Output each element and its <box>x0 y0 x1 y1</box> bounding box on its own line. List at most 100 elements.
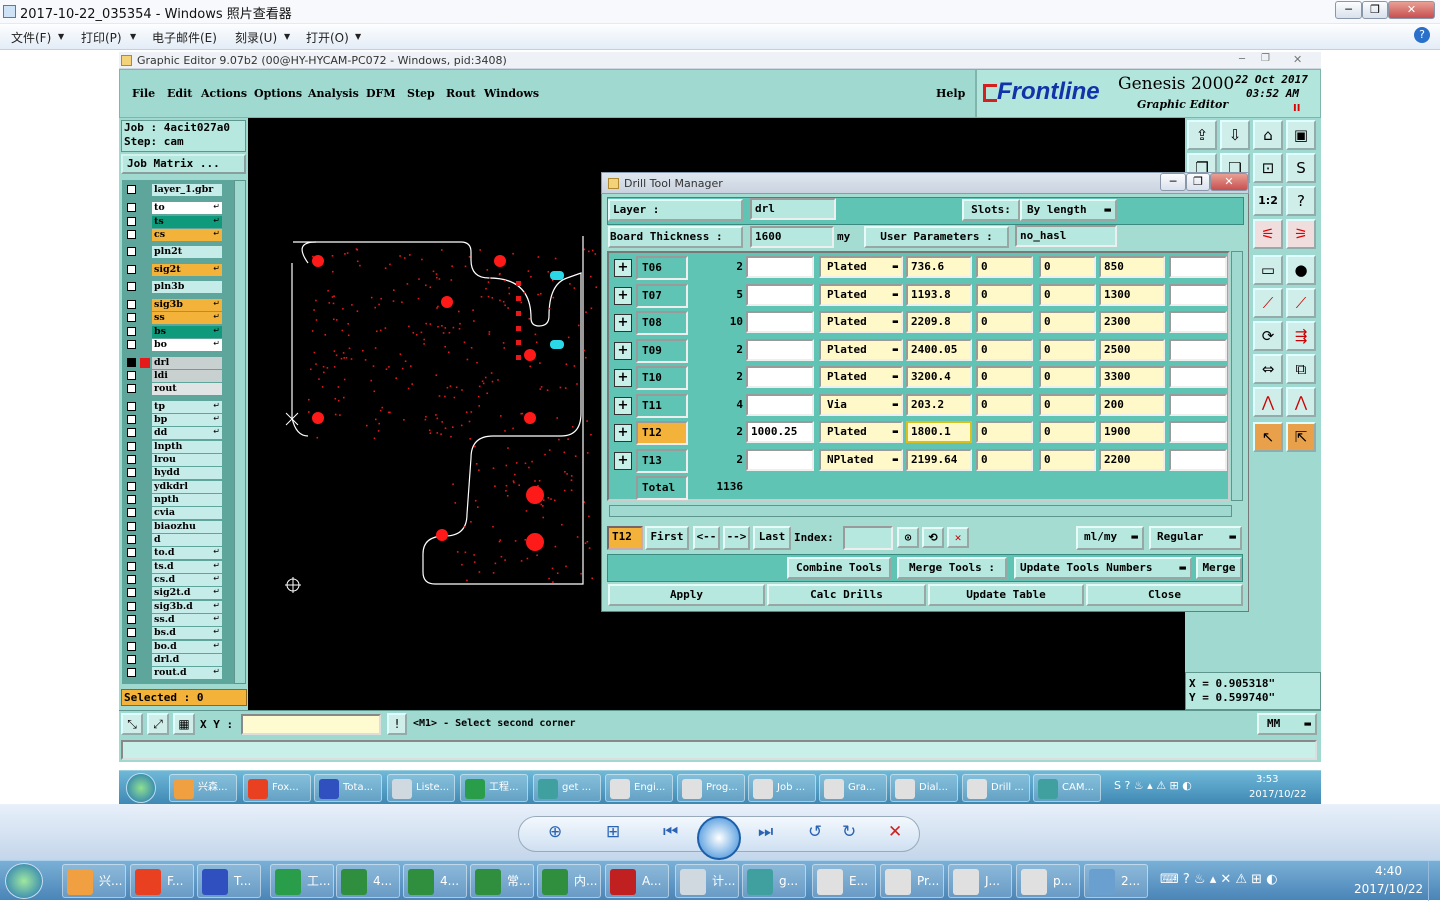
menu-burn[interactable]: 刻录(U) <box>235 29 277 46</box>
tool-type-select[interactable]: Plated ▬ <box>819 311 903 333</box>
tool-cell-size[interactable]: 2209.8 <box>906 311 972 333</box>
first-button[interactable]: First <box>645 526 689 550</box>
taskbar-item[interactable]: 4... <box>336 864 400 898</box>
tool-cell-size[interactable]: 3200.4 <box>906 366 972 388</box>
tool-type-select[interactable]: Via ▬ <box>819 393 903 416</box>
layer-row[interactable]: drl.d <box>124 654 232 666</box>
layer-row[interactable]: cvia <box>124 507 232 519</box>
table-hscroll[interactable] <box>609 505 1232 517</box>
delete-tool-button[interactable]: ✕ <box>947 527 969 548</box>
menu-Step[interactable]: Step <box>407 87 435 100</box>
update-tools-numbers-select[interactable]: Update Tools Numbers ▬ <box>1014 557 1192 579</box>
window-icon[interactable]: ▣ <box>1286 120 1316 150</box>
layer-checkbox[interactable] <box>127 628 136 637</box>
layer-checkbox[interactable] <box>127 642 136 651</box>
menu-email[interactable]: 电子邮件(E) <box>152 29 217 46</box>
layer-checkbox[interactable] <box>127 327 136 336</box>
tool-cell-c9[interactable] <box>1169 283 1227 306</box>
connect-icon[interactable]: ⟋ <box>1253 288 1283 318</box>
layer-input[interactable]: drl <box>750 198 836 220</box>
group-icon[interactable]: ⧉ <box>1286 354 1316 384</box>
layer-checkbox[interactable] <box>127 535 136 544</box>
genesis-minimize-button[interactable]: ─ <box>1239 54 1245 65</box>
layer-row[interactable]: rout <box>124 383 232 395</box>
snap-icon[interactable]: S <box>1286 153 1316 183</box>
tool-cell-c3[interactable] <box>746 366 814 388</box>
rotate-left-icon[interactable]: ↺ <box>808 822 822 842</box>
layer-checkbox[interactable] <box>127 575 136 584</box>
tool-cell-size[interactable]: 1193.8 <box>906 283 972 306</box>
inner-taskbar-item[interactable]: Tota... <box>314 774 382 802</box>
layer-row[interactable]: cs ↵ <box>124 229 232 241</box>
tool-cell-c9[interactable] <box>1169 256 1227 278</box>
layer-row[interactable]: bs ↵ <box>124 326 232 338</box>
layer-row[interactable]: ldi <box>124 370 232 382</box>
layer-checkbox[interactable] <box>127 371 136 380</box>
slots-select[interactable]: By length ▬ <box>1020 199 1117 221</box>
tool-type-select[interactable]: Plated ▬ <box>819 366 903 388</box>
tool-type-select[interactable]: Plated ▬ <box>819 421 903 443</box>
tool-cell-c7[interactable]: 0 <box>1039 283 1096 306</box>
tool-cell-c3[interactable] <box>746 393 814 416</box>
tool-cell-c7[interactable]: 0 <box>1039 338 1096 361</box>
taskbar-item[interactable]: T... <box>197 864 261 898</box>
tool-cell-c6[interactable]: 0 <box>976 283 1033 306</box>
tool-cell-c3[interactable] <box>746 256 814 278</box>
taskbar-item[interactable]: 2... <box>1084 864 1148 898</box>
layer-checkbox[interactable] <box>127 402 136 411</box>
tool-cell-c9[interactable] <box>1169 366 1227 388</box>
layer-row[interactable]: bo ↵ <box>124 339 232 351</box>
mode-select[interactable]: Regular ▬ <box>1149 526 1242 550</box>
layer-row[interactable]: pln2t <box>124 246 232 258</box>
minimize-button[interactable]: ─ <box>1335 1 1362 19</box>
layer-row[interactable]: pln3b <box>124 281 232 293</box>
tool-code[interactable]: T09 <box>636 338 688 363</box>
combine-tools-button[interactable]: Combine Tools <box>787 557 891 579</box>
zoom-fit-icon[interactable]: ⤢ <box>147 713 169 735</box>
prev-button[interactable]: <-- <box>693 526 720 550</box>
layer-row[interactable]: lnpth <box>124 441 232 453</box>
tool-cell-c7[interactable]: 0 <box>1039 311 1096 333</box>
tool-cell-finish[interactable]: 850 <box>1099 256 1165 278</box>
pad-icon[interactable]: ● <box>1286 255 1316 285</box>
maximize-button[interactable]: ❐ <box>1362 1 1388 19</box>
inner-taskbar-item[interactable]: Engi... <box>605 774 673 802</box>
tool-cell-c6[interactable]: 0 <box>976 311 1033 333</box>
tool-code[interactable]: T11 <box>636 393 688 418</box>
fit-icon[interactable]: ⊞ <box>606 822 620 842</box>
inner-taskbar-item[interactable]: Fox... <box>243 774 311 802</box>
help-icon[interactable]: ? <box>1414 27 1430 43</box>
layer-row[interactable]: ts.d ↵ <box>124 561 232 573</box>
zoom-window-icon[interactable]: ⤡ <box>121 713 143 735</box>
menu-file[interactable]: 文件(F) <box>11 29 51 46</box>
layer-row[interactable]: lrou <box>124 454 232 466</box>
zoom-box-icon[interactable]: ⊡ <box>1253 153 1283 183</box>
inner-taskbar-item[interactable]: Dial... <box>890 774 958 802</box>
tool-cell-c7[interactable]: 0 <box>1039 366 1096 388</box>
layer-row[interactable]: tp ↵ <box>124 401 232 413</box>
tool-cell-finish[interactable]: 3300 <box>1099 366 1165 388</box>
tool-code[interactable]: T06 <box>636 256 688 280</box>
tool-cell-c9[interactable] <box>1169 393 1227 416</box>
close-dialog-button[interactable]: Close <box>1086 584 1243 606</box>
route-icon[interactable]: ⇶ <box>1286 321 1316 351</box>
menu-Edit[interactable]: Edit <box>167 87 192 100</box>
scale-icon[interactable]: 1:2 <box>1253 186 1283 216</box>
tool-code[interactable]: T10 <box>636 366 688 390</box>
layer-row[interactable]: cs.d ↵ <box>124 574 232 586</box>
menu-DFM[interactable]: DFM <box>366 87 396 100</box>
dialog-maximize-button[interactable]: ❐ <box>1186 173 1210 191</box>
taskbar-item[interactable]: g... <box>742 864 806 898</box>
multi-pointer-icon[interactable]: ⇱ <box>1286 422 1316 452</box>
tool-type-select[interactable]: Plated ▬ <box>819 338 903 361</box>
layer-checkbox[interactable] <box>127 455 136 464</box>
layer-row[interactable]: ts ↵ <box>124 216 232 228</box>
layer-checkbox[interactable] <box>127 508 136 517</box>
grid-icon[interactable]: ▦ <box>173 713 195 735</box>
download-icon[interactable]: ⇩ <box>1220 120 1250 150</box>
update-table-button[interactable]: Update Table <box>928 584 1084 606</box>
connect2-icon[interactable]: ⟋ <box>1286 288 1316 318</box>
layer-checkbox[interactable] <box>127 562 136 571</box>
expand-tool-button[interactable]: + <box>614 286 632 305</box>
layer-checkbox[interactable] <box>127 340 136 349</box>
